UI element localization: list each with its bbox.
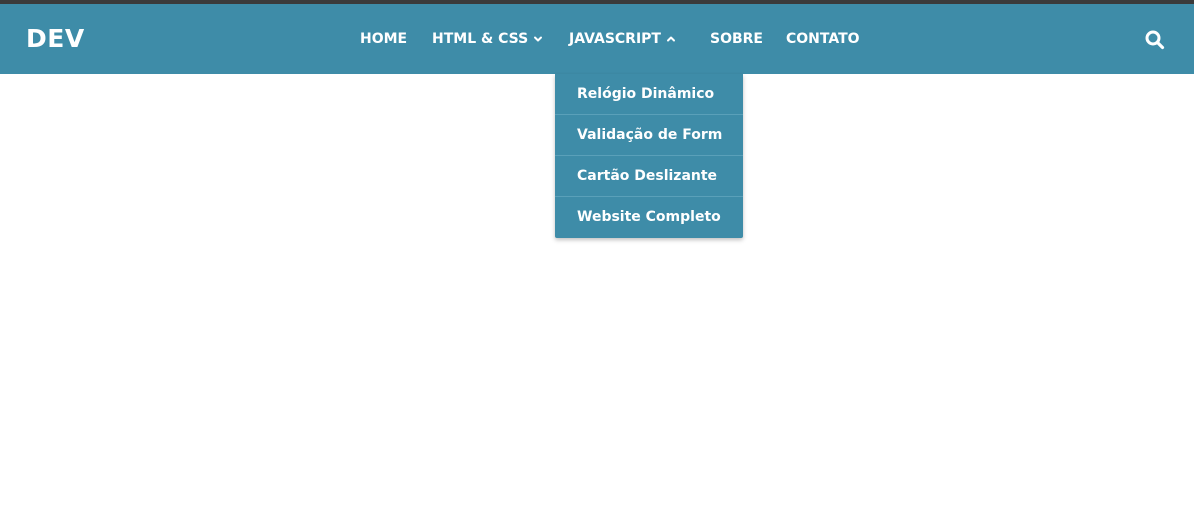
nav-javascript[interactable]: JAVASCRIPT [569,29,676,49]
logo[interactable]: DEV [26,25,85,53]
nav-html-css-label: HTML & CSS [432,31,529,47]
nav-contato[interactable]: CONTATO [786,29,860,49]
nav-javascript-label: JAVASCRIPT [569,31,661,47]
chevron-up-icon [666,36,675,42]
nav-home[interactable]: HOME [360,29,407,49]
javascript-dropdown-menu: Relógio Dinâmico Validação de Form Cartã… [555,74,743,238]
search-button[interactable] [1144,29,1166,51]
nav-sobre-label: SOBRE [710,31,763,47]
nav-home-label: HOME [360,31,408,47]
nav-contato-label: CONTATO [786,31,860,47]
search-icon [1145,30,1165,50]
chevron-down-icon [534,36,543,42]
nav-html-css[interactable]: HTML & CSS [432,29,543,49]
dropdown-item-validacao-de-form[interactable]: Validação de Form [555,115,743,156]
nav-sobre[interactable]: SOBRE [710,29,763,49]
dropdown-item-website-completo[interactable]: Website Completo [555,197,743,238]
dropdown-item-cartao-deslizante[interactable]: Cartão Deslizante [555,156,743,197]
dropdown-item-relogio-dinamico[interactable]: Relógio Dinâmico [555,74,743,115]
navbar: DEV HOME HTML & CSS JAVASCRIPT SOBRE CON… [0,4,1194,74]
